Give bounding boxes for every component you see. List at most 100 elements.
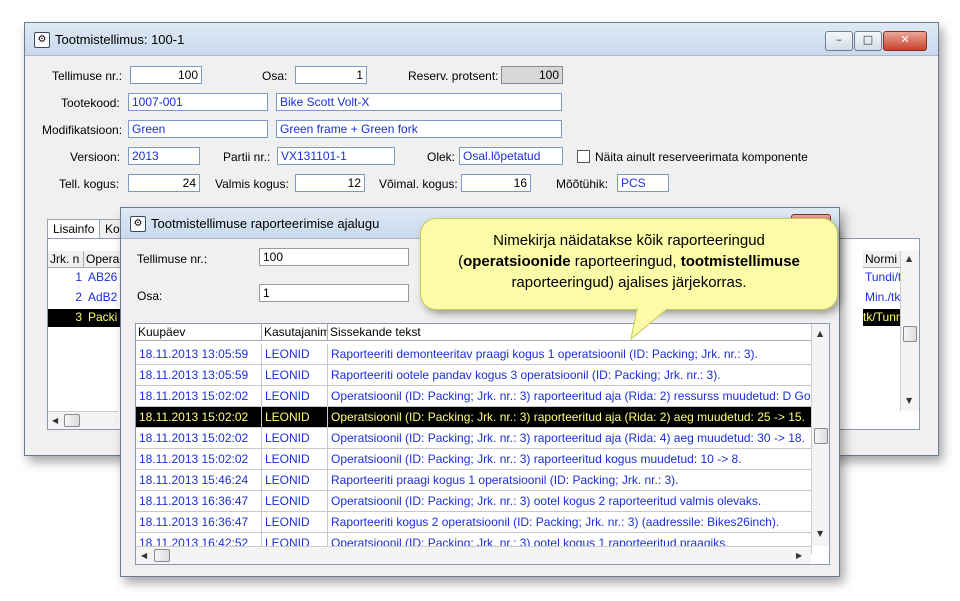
modification-label: Modifikatsioon: <box>42 123 123 137</box>
grid-header-no[interactable]: Jrk. n <box>48 251 84 268</box>
history-scroll-thumb[interactable] <box>814 428 828 444</box>
history-cell-user: LEONID <box>262 344 328 365</box>
history-scroll-h-thumb[interactable] <box>154 549 170 562</box>
history-cell-text: Raporteeriti ootele pandav kogus 3 opera… <box>328 365 812 386</box>
app-icon: ⚙ <box>34 32 50 48</box>
history-cell-date: 18.11.2013 16:36:47 <box>136 491 262 512</box>
possible-qty-field[interactable]: 16 <box>461 174 531 192</box>
col-header-date[interactable]: Kuupäev <box>136 324 262 341</box>
unreserved-only-label: Näita ainult reserveerimata komponente <box>595 150 808 164</box>
history-cell-text: Operatsioonil (ID: Packing; Jrk. nr.: 3)… <box>328 407 812 428</box>
history-cell-user: LEONID <box>262 428 328 449</box>
table-row-selected[interactable]: 3 Packi <box>48 309 128 327</box>
grid-horizontal-scrollbar[interactable]: ◀ <box>48 411 118 429</box>
history-order-no-label: Tellimuse nr.: <box>137 252 208 266</box>
state-label: Olek: <box>427 150 456 164</box>
modification-field[interactable]: Green <box>128 120 268 138</box>
unit-field[interactable]: PCS <box>617 174 669 192</box>
history-cell-text: Raporteeriti praagi kogus 1 operatsiooni… <box>328 470 812 491</box>
close-button[interactable]: ✕ <box>883 31 927 51</box>
history-cell-date: 18.11.2013 15:02:02 <box>136 386 262 407</box>
history-row[interactable]: 18.11.2013 16:36:47 LEONID Operatsioonil (… <box>136 491 812 512</box>
minimize-button[interactable]: – <box>825 31 853 51</box>
history-cell-user: LEONID <box>262 449 328 470</box>
order-no-label: Tellimuse nr.: <box>52 69 123 83</box>
state-field[interactable]: Osal.lõpetatud <box>459 147 563 165</box>
history-scroll-up-arrow[interactable]: ▲ <box>817 329 823 338</box>
history-order-no-field: 100 <box>259 248 409 266</box>
history-row[interactable]: 18.11.2013 15:46:24 LEONID Raporteeriti pr… <box>136 470 812 491</box>
version-field[interactable]: 2013 <box>128 147 200 165</box>
grid-header-operation[interactable]: Opera <box>84 251 124 268</box>
history-cell-user: LEONID <box>262 386 328 407</box>
done-qty-field[interactable]: 12 <box>295 174 365 192</box>
history-row[interactable]: 18.11.2013 13:05:59 LEONID Raporteeriti de… <box>136 344 812 365</box>
total-qty-label: Tell. kogus: <box>59 177 120 191</box>
history-rows: 18.11.2013 13:05:59 LEONID Raporteeriti de… <box>136 344 812 554</box>
history-cell-text: Operatsioonil (ID: Packing; Jrk. nr.: 3)… <box>328 428 812 449</box>
done-qty-label: Valmis kogus: <box>215 177 289 191</box>
scroll-thumb[interactable] <box>903 326 917 342</box>
history-scroll-right-arrow[interactable]: ▶ <box>796 551 802 560</box>
history-cell-date: 18.11.2013 16:36:47 <box>136 512 262 533</box>
history-cell-user: LEONID <box>262 512 328 533</box>
history-vertical-scrollbar[interactable]: ▲ ▼ <box>811 324 829 546</box>
modification-desc-field[interactable]: Green frame + Green fork <box>276 120 562 138</box>
history-cell-date: 18.11.2013 13:05:59 <box>136 365 262 386</box>
callout-line3: raporteeringud) ajalises järjekorras. <box>511 274 747 291</box>
history-scroll-down-arrow[interactable]: ▼ <box>817 529 823 538</box>
info-callout: Nimekirja näidatakse kõik raporteeringud… <box>420 218 838 341</box>
history-cell-text: Operatsioonil (ID: Packing; Jrk. nr.: 3)… <box>328 449 812 470</box>
history-cell-date: 18.11.2013 15:02:02 <box>136 428 262 449</box>
unreserved-only-checkbox[interactable] <box>577 150 590 163</box>
history-row[interactable]: 18.11.2013 15:02:02 LEONID Operatsioonil (… <box>136 386 812 407</box>
history-row[interactable]: 18.11.2013 15:02:02 LEONID Operatsioonil (… <box>136 428 812 449</box>
history-cell-date: 18.11.2013 15:02:02 <box>136 449 262 470</box>
order-no-field[interactable]: 100 <box>130 66 202 84</box>
history-app-icon: ⚙ <box>130 216 146 232</box>
table-row[interactable]: 2 AdB2 <box>48 289 128 307</box>
product-code-field[interactable]: 1007-001 <box>128 93 268 111</box>
batch-label: Partii nr.: <box>223 150 271 164</box>
callout-pointer <box>630 306 669 341</box>
history-cell-user: LEONID <box>262 470 328 491</box>
maximize-button[interactable]: □ <box>854 31 882 51</box>
part-label: Osa: <box>262 69 288 83</box>
col-header-user[interactable]: Kasutajanim <box>262 324 328 341</box>
scroll-h-thumb[interactable] <box>64 414 80 427</box>
history-cell-date: 18.11.2013 15:46:24 <box>136 470 262 491</box>
callout-line2: (operatsioonide raporteeringud, tootmist… <box>458 253 800 270</box>
scroll-left-arrow[interactable]: ◀ <box>52 416 58 425</box>
scroll-down-arrow[interactable]: ▼ <box>906 396 912 405</box>
history-part-field: 1 <box>259 284 409 302</box>
history-row-selected[interactable]: 18.11.2013 15:02:02 LEONID Operatsioonil (… <box>136 407 812 428</box>
history-row[interactable]: 18.11.2013 16:36:47 LEONID Raporteeriti ko… <box>136 512 812 533</box>
grid-vertical-scrollbar[interactable]: ▲ ▼ <box>900 251 919 411</box>
history-part-label: Osa: <box>137 289 163 303</box>
history-grid[interactable]: Kuupäev Kasutajanim Sissekande tekst 18.… <box>135 323 830 565</box>
part-field[interactable]: 1 <box>295 66 367 84</box>
batch-field[interactable]: VX131101-1 <box>277 147 395 165</box>
reserve-label: Reserv. protsent: <box>408 69 499 83</box>
history-cell-text: Operatsioonil (ID: Packing; Jrk. nr.: 3)… <box>328 491 812 512</box>
history-cell-text: Raporteeriti demonteeritav praagi kogus … <box>328 344 812 365</box>
history-cell-text: Raporteeriti kogus 2 operatsioonil (ID: … <box>328 512 812 533</box>
history-row[interactable]: 18.11.2013 15:02:02 LEONID Operatsioonil (… <box>136 449 812 470</box>
unit-label: Mõõtühik: <box>556 177 609 191</box>
history-row[interactable]: 18.11.2013 13:05:59 LEONID Raporteeriti oo… <box>136 365 812 386</box>
possible-qty-label: Võimal. kogus: <box>379 177 458 191</box>
main-window-title: Tootmistellimus: 100-1 <box>55 32 185 47</box>
history-cell-date: 18.11.2013 15:02:02 <box>136 407 262 428</box>
product-name-field[interactable]: Bike Scott Volt-X <box>276 93 562 111</box>
version-label: Versioon: <box>70 150 121 164</box>
history-window-title: Tootmistellimuse raporteerimise ajalugu <box>151 216 380 231</box>
col-header-text[interactable]: Sissekande tekst <box>328 324 812 341</box>
history-cell-text: Operatsioonil (ID: Packing; Jrk. nr.: 3)… <box>328 386 812 407</box>
history-horizontal-scrollbar[interactable]: ◀ ▶ <box>136 546 811 564</box>
tab-lisainfo[interactable]: Lisainfo <box>47 219 101 238</box>
scroll-up-arrow[interactable]: ▲ <box>906 254 912 263</box>
main-titlebar[interactable]: ⚙ Tootmistellimus: 100-1 – □ ✕ <box>25 23 938 56</box>
history-scroll-left-arrow[interactable]: ◀ <box>141 551 147 560</box>
table-row[interactable]: 1 AB26 <box>48 269 128 287</box>
total-qty-field[interactable]: 24 <box>128 174 200 192</box>
